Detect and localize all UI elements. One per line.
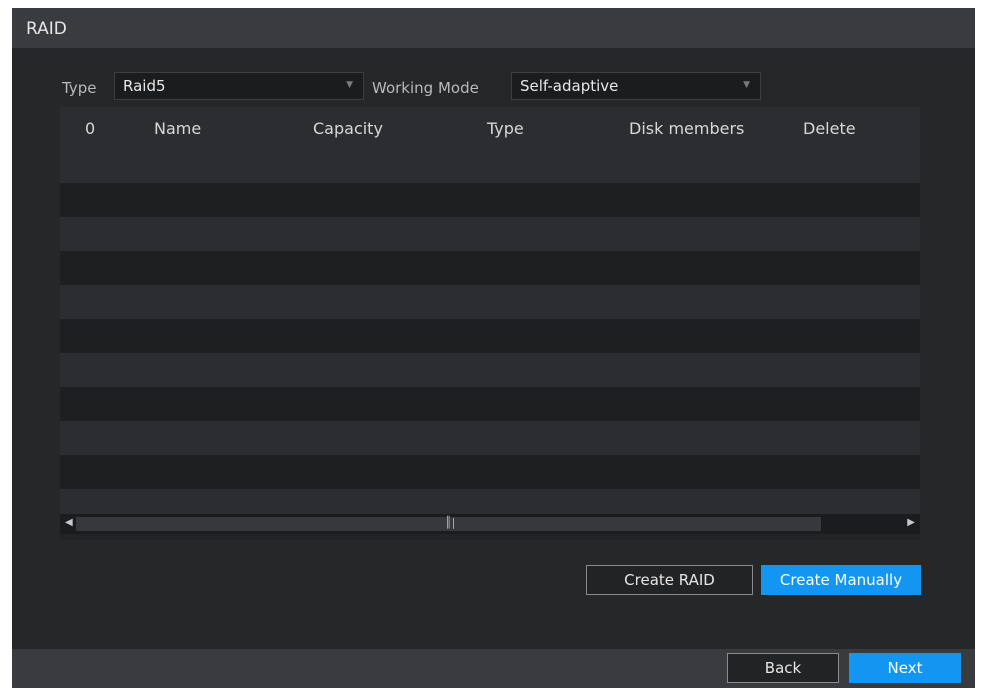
working-mode-label: Working Mode [372, 79, 479, 97]
table-row [60, 251, 920, 285]
table-row [60, 421, 920, 455]
table-row [60, 353, 920, 387]
raid-window: RAID Type Raid5 ▼ Working Mode Self-adap… [12, 8, 975, 688]
table-row [60, 149, 920, 183]
table-row [60, 319, 920, 353]
next-button[interactable]: Next [849, 653, 961, 683]
scroll-grip-icon: ║| [445, 516, 456, 529]
create-manually-button[interactable]: Create Manually [761, 565, 921, 595]
table-row [60, 217, 920, 251]
table-header: 0 Name Capacity Type Disk members Delete [60, 107, 920, 149]
title-bar: RAID [12, 8, 975, 48]
column-header-disk-members[interactable]: Disk members [629, 119, 744, 138]
type-label: Type [62, 79, 97, 97]
dropdown-arrow-icon: ▼ [346, 80, 353, 90]
back-button[interactable]: Back [727, 653, 839, 683]
table-row [60, 455, 920, 489]
table-row [60, 387, 920, 421]
table-row [60, 489, 920, 514]
type-select[interactable]: Raid5 ▼ [114, 72, 364, 100]
table-row [60, 285, 920, 319]
working-mode-select[interactable]: Self-adaptive ▼ [511, 72, 761, 100]
column-header-name[interactable]: Name [154, 119, 201, 138]
column-header-capacity[interactable]: Capacity [313, 119, 383, 138]
table-row [60, 183, 920, 217]
raid-table: 0 Name Capacity Type Disk members Delete… [60, 107, 920, 540]
column-header-type[interactable]: Type [487, 119, 524, 138]
window-title: RAID [26, 19, 67, 39]
scroll-left-icon[interactable]: ◀ [65, 517, 73, 528]
scroll-right-icon[interactable]: ▶ [907, 517, 915, 528]
dropdown-arrow-icon: ▼ [743, 80, 750, 90]
footer-bar: Back Next [12, 649, 975, 688]
column-header-index[interactable]: 0 [85, 119, 95, 138]
create-raid-button[interactable]: Create RAID [586, 565, 753, 595]
horizontal-scrollbar[interactable]: ◀ ║| ▶ [60, 514, 920, 534]
working-mode-value: Self-adaptive [520, 77, 619, 95]
type-select-value: Raid5 [123, 77, 166, 95]
column-header-delete[interactable]: Delete [803, 119, 856, 138]
